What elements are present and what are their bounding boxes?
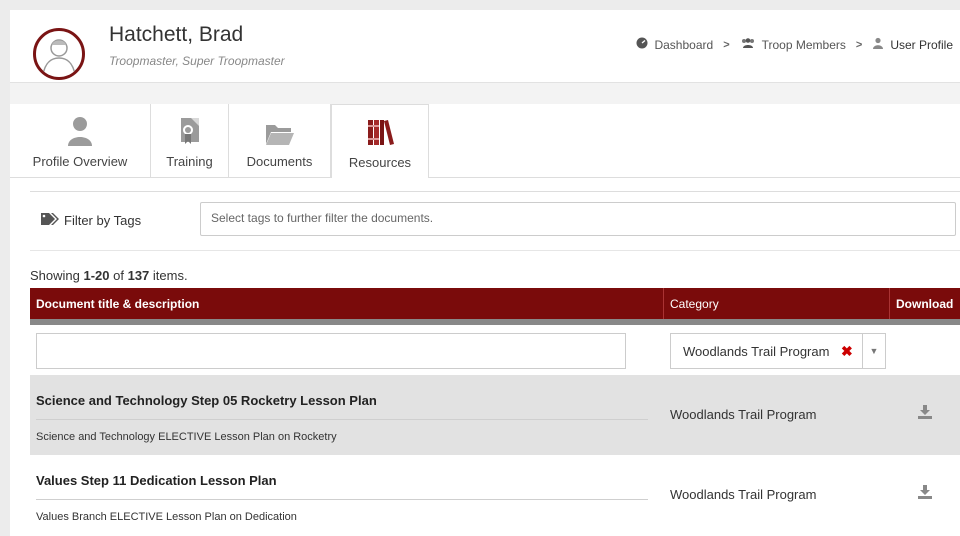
users-icon	[740, 37, 756, 52]
breadcrumb-dashboard[interactable]: Dashboard	[654, 38, 713, 52]
column-title[interactable]: Document title & description	[36, 297, 199, 311]
column-category[interactable]: Category	[670, 297, 719, 311]
document-category: Woodlands Trail Program	[670, 487, 817, 502]
summary-prefix: Showing	[30, 268, 84, 283]
breadcrumb-troop-members[interactable]: Troop Members	[762, 38, 846, 52]
tab-training[interactable]: Training	[151, 104, 229, 177]
clear-icon[interactable]: ✖	[841, 343, 853, 360]
download-icon[interactable]	[918, 485, 932, 504]
category-filter-select[interactable]: Woodlands Trail Program ✖ ▼	[670, 333, 886, 369]
books-icon	[365, 111, 395, 147]
table-row[interactable]: Values Step 11 Dedication Lesson Plan Va…	[30, 455, 960, 535]
tag-filter-bar: Filter by Tags Select tags to further fi…	[30, 191, 960, 251]
document-description: Values Branch ELECTIVE Lesson Plan on De…	[36, 511, 297, 523]
row-divider	[36, 419, 648, 420]
document-description: Science and Technology ELECTIVE Lesson P…	[36, 431, 337, 443]
category-filter-value: Woodlands Trail Program	[683, 344, 830, 359]
summary-suffix: items.	[149, 268, 188, 283]
document-title[interactable]: Science and Technology Step 05 Rocketry …	[36, 393, 377, 408]
profile-tabs: Profile Overview Training Documents Reso…	[10, 104, 960, 178]
tab-profile-overview[interactable]: Profile Overview	[10, 104, 151, 177]
section-spacer	[10, 83, 960, 104]
filter-label: Filter by Tags	[40, 212, 141, 229]
document-title[interactable]: Values Step 11 Dedication Lesson Plan	[36, 473, 277, 488]
tab-label: Profile Overview	[32, 154, 128, 169]
filter-row: Woodlands Trail Program ✖ ▼	[30, 325, 960, 375]
column-download: Download	[896, 297, 954, 311]
results-summary: Showing 1-20 of 137 items.	[30, 268, 188, 283]
tab-label: Resources	[348, 155, 412, 170]
certificate-icon	[177, 110, 203, 146]
download-icon[interactable]	[918, 405, 932, 424]
chevron-down-icon[interactable]: ▼	[862, 334, 885, 368]
tab-label: Training	[166, 154, 213, 169]
user-icon	[872, 37, 884, 52]
column-divider	[889, 288, 890, 319]
tab-resources[interactable]: Resources	[331, 104, 429, 178]
user-icon	[67, 110, 93, 146]
tab-label: Documents	[246, 154, 313, 169]
summary-range: 1-20	[83, 268, 110, 283]
tab-documents[interactable]: Documents	[229, 104, 331, 177]
profile-header: Hatchett, Brad Troopmaster, Super Troopm…	[10, 10, 960, 83]
column-divider	[663, 288, 664, 319]
folder-open-icon	[265, 110, 295, 146]
profile-role: Troopmaster, Super Troopmaster	[109, 54, 285, 68]
tag-filter-input[interactable]: Select tags to further filter the docume…	[200, 202, 956, 236]
dashboard-icon	[636, 37, 648, 52]
breadcrumb-separator: >	[855, 38, 863, 51]
tags-icon	[40, 212, 60, 229]
document-category: Woodlands Trail Program	[670, 407, 817, 422]
summary-total: 137	[127, 268, 150, 283]
breadcrumb-user-profile: User Profile	[890, 37, 953, 52]
documents-table: Document title & description Category Do…	[30, 288, 960, 535]
filter-label-text: Filter by Tags	[64, 213, 142, 228]
table-row[interactable]: Science and Technology Step 05 Rocketry …	[30, 375, 960, 455]
breadcrumb-separator: >	[723, 38, 730, 51]
breadcrumb: Dashboard > Troop Members > User Profile	[636, 37, 953, 52]
profile-name: Hatchett, Brad	[109, 23, 244, 46]
title-filter-input[interactable]	[36, 333, 626, 369]
avatar	[33, 28, 85, 80]
summary-of: of	[109, 268, 128, 283]
table-header: Document title & description Category Do…	[30, 288, 960, 319]
row-divider	[36, 499, 648, 500]
